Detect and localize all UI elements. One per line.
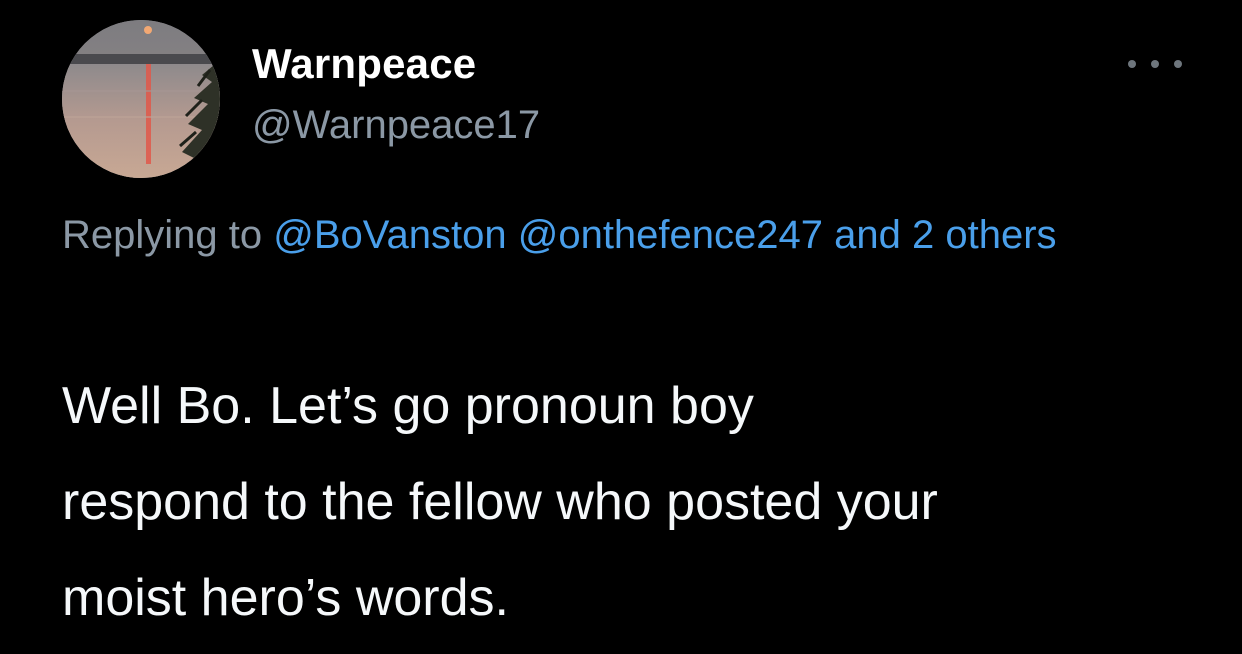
mention-bovanston[interactable]: @BoVanston xyxy=(273,213,506,257)
more-horizontal-icon xyxy=(1151,60,1159,68)
replying-to-label: Replying to xyxy=(62,213,263,257)
user-handle[interactable]: @Warnpeace17 xyxy=(252,103,540,148)
sunset-lake-avatar-image xyxy=(62,20,220,178)
tweet-card: Warnpeace @Warnpeace17 Replying to @BoVa… xyxy=(0,0,1242,654)
tweet-text-line: respond to the fellow who posted your xyxy=(62,473,938,531)
others-link[interactable]: and 2 others xyxy=(834,213,1056,257)
tweet-text-line: moist hero’s words. xyxy=(62,569,509,627)
tweet-text-line: Well Bo. Let’s go pronoun boy xyxy=(62,377,754,435)
avatar[interactable] xyxy=(62,20,220,178)
more-options-button[interactable] xyxy=(1128,52,1182,76)
mention-onthefence247[interactable]: @onthefence247 xyxy=(518,213,823,257)
display-name[interactable]: Warnpeace xyxy=(252,40,476,88)
tweet-text: Well Bo. Let’s go pronoun boy respond to… xyxy=(62,358,1212,646)
replying-to-line: Replying to @BoVanston @onthefence247 an… xyxy=(62,202,1172,269)
more-horizontal-icon xyxy=(1174,60,1182,68)
more-horizontal-icon xyxy=(1128,60,1136,68)
